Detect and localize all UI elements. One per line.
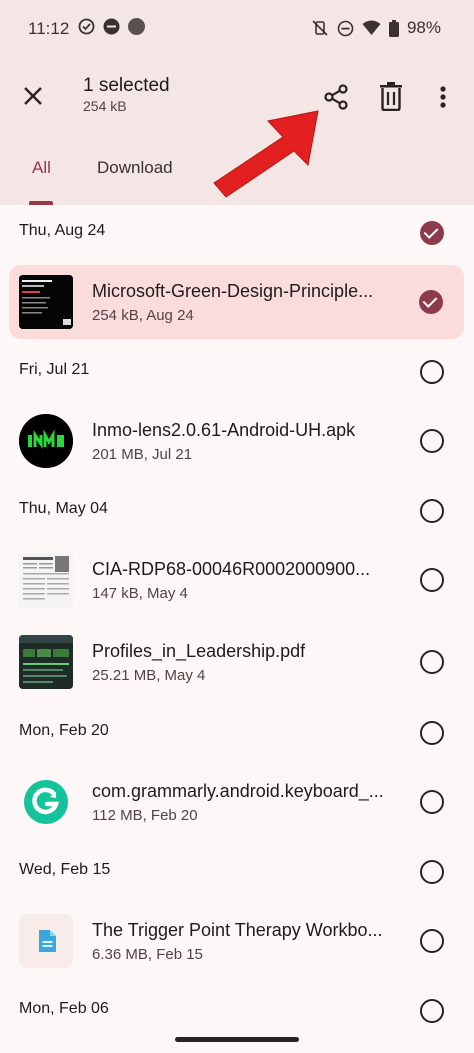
date-label: Mon, Feb 06: [19, 1000, 109, 1017]
list-item[interactable]: Inmo-lens2.0.61-Android-UH.apk 201 MB, J…: [0, 404, 474, 478]
list-item[interactable]: Microsoft-Green-Design-Principle... 254 …: [9, 265, 464, 339]
file-name: Microsoft-Green-Design-Principle...: [92, 281, 374, 301]
list-item[interactable]: The Trigger Point Therapy Workbo... 6.36…: [0, 904, 474, 978]
date-label: Mon, Feb 20: [19, 722, 109, 739]
tab-indicator: [29, 201, 53, 205]
status-left-icons: [78, 18, 145, 35]
group-select-checkbox[interactable]: [420, 721, 444, 745]
status-right-icons: 98%: [311, 18, 441, 38]
file-icon: [19, 914, 73, 968]
group-select-checkbox[interactable]: [420, 860, 444, 884]
file-meta: 201 MB, Jul 21: [92, 446, 193, 463]
status-bar: 11:12 98%: [0, 0, 474, 58]
date-header: Thu, Aug 24: [0, 207, 474, 257]
group-select-checkbox[interactable]: [420, 360, 444, 384]
date-label: Fri, Jul 21: [19, 361, 90, 378]
status-time: 11:12: [28, 19, 70, 38]
document-thumbnail: [19, 275, 73, 329]
file-select-checkbox[interactable]: [420, 929, 444, 953]
file-name: The Trigger Point Therapy Workbo...: [92, 920, 383, 940]
list-item[interactable]: Profiles_in_Leadership.pdf 25.21 MB, May…: [0, 625, 474, 699]
file-select-checkbox[interactable]: [420, 790, 444, 814]
selection-size: 254 kB: [83, 98, 127, 114]
file-select-checkbox[interactable]: [419, 290, 443, 314]
file-name: Profiles_in_Leadership.pdf: [92, 641, 306, 661]
file-meta: 254 kB, Aug 24: [92, 307, 194, 324]
file-select-checkbox[interactable]: [420, 650, 444, 674]
do-not-disturb-icon: [103, 18, 120, 35]
file-name: CIA-RDP68-00046R0002000900...: [92, 559, 371, 579]
date-label: Wed, Feb 15: [19, 861, 111, 878]
more-options-icon[interactable]: [437, 83, 449, 111]
date-label: Thu, Aug 24: [19, 222, 106, 239]
file-meta: 25.21 MB, May 4: [92, 667, 206, 684]
top-app-bar: 11:12 98% 1 selected 254 kB All Download: [0, 0, 474, 205]
gesture-nav-handle[interactable]: [175, 1037, 299, 1042]
delete-icon[interactable]: [378, 81, 404, 111]
file-name: Inmo-lens2.0.61-Android-UH.apk: [92, 420, 356, 440]
notification-dot-icon: [128, 18, 145, 35]
file-meta: 147 kB, May 4: [92, 585, 188, 602]
file-name: com.grammarly.android.keyboard_...: [92, 781, 384, 801]
wifi-icon: [362, 20, 381, 35]
tab-download[interactable]: Download: [97, 158, 173, 178]
list-item[interactable]: com.grammarly.android.keyboard_... 112 M…: [0, 765, 474, 839]
battery-icon: [388, 19, 399, 37]
inmo-app-icon: [19, 414, 73, 468]
battery-percent: 98%: [406, 18, 441, 37]
date-header: Thu, May 04: [0, 485, 474, 535]
file-select-checkbox[interactable]: [420, 429, 444, 453]
file-select-checkbox[interactable]: [420, 568, 444, 592]
check-circle-icon: [78, 18, 95, 35]
pdf-thumbnail: [19, 635, 73, 689]
newspaper-thumbnail: [19, 553, 73, 607]
date-header: Fri, Jul 21: [0, 346, 474, 396]
annotation-arrow: [213, 110, 319, 198]
list-item[interactable]: CIA-RDP68-00046R0002000900... 147 kB, Ma…: [0, 543, 474, 617]
vibrate-off-icon: [312, 20, 328, 36]
grammarly-icon: [19, 775, 73, 829]
selection-count: 1 selected: [83, 75, 170, 96]
group-select-checkbox[interactable]: [420, 499, 444, 523]
file-meta: 112 MB, Feb 20: [92, 807, 198, 824]
group-select-checkbox[interactable]: [420, 221, 444, 245]
dnd-outline-icon: [337, 20, 354, 36]
date-header: Mon, Feb 20: [0, 707, 474, 757]
group-select-checkbox[interactable]: [420, 999, 444, 1023]
date-header: Mon, Feb 06: [0, 985, 474, 1035]
file-meta: 6.36 MB, Feb 15: [92, 946, 203, 963]
close-icon[interactable]: [20, 83, 46, 109]
date-header: Wed, Feb 15: [0, 846, 474, 896]
tab-all[interactable]: All: [32, 158, 51, 178]
date-label: Thu, May 04: [19, 500, 108, 517]
